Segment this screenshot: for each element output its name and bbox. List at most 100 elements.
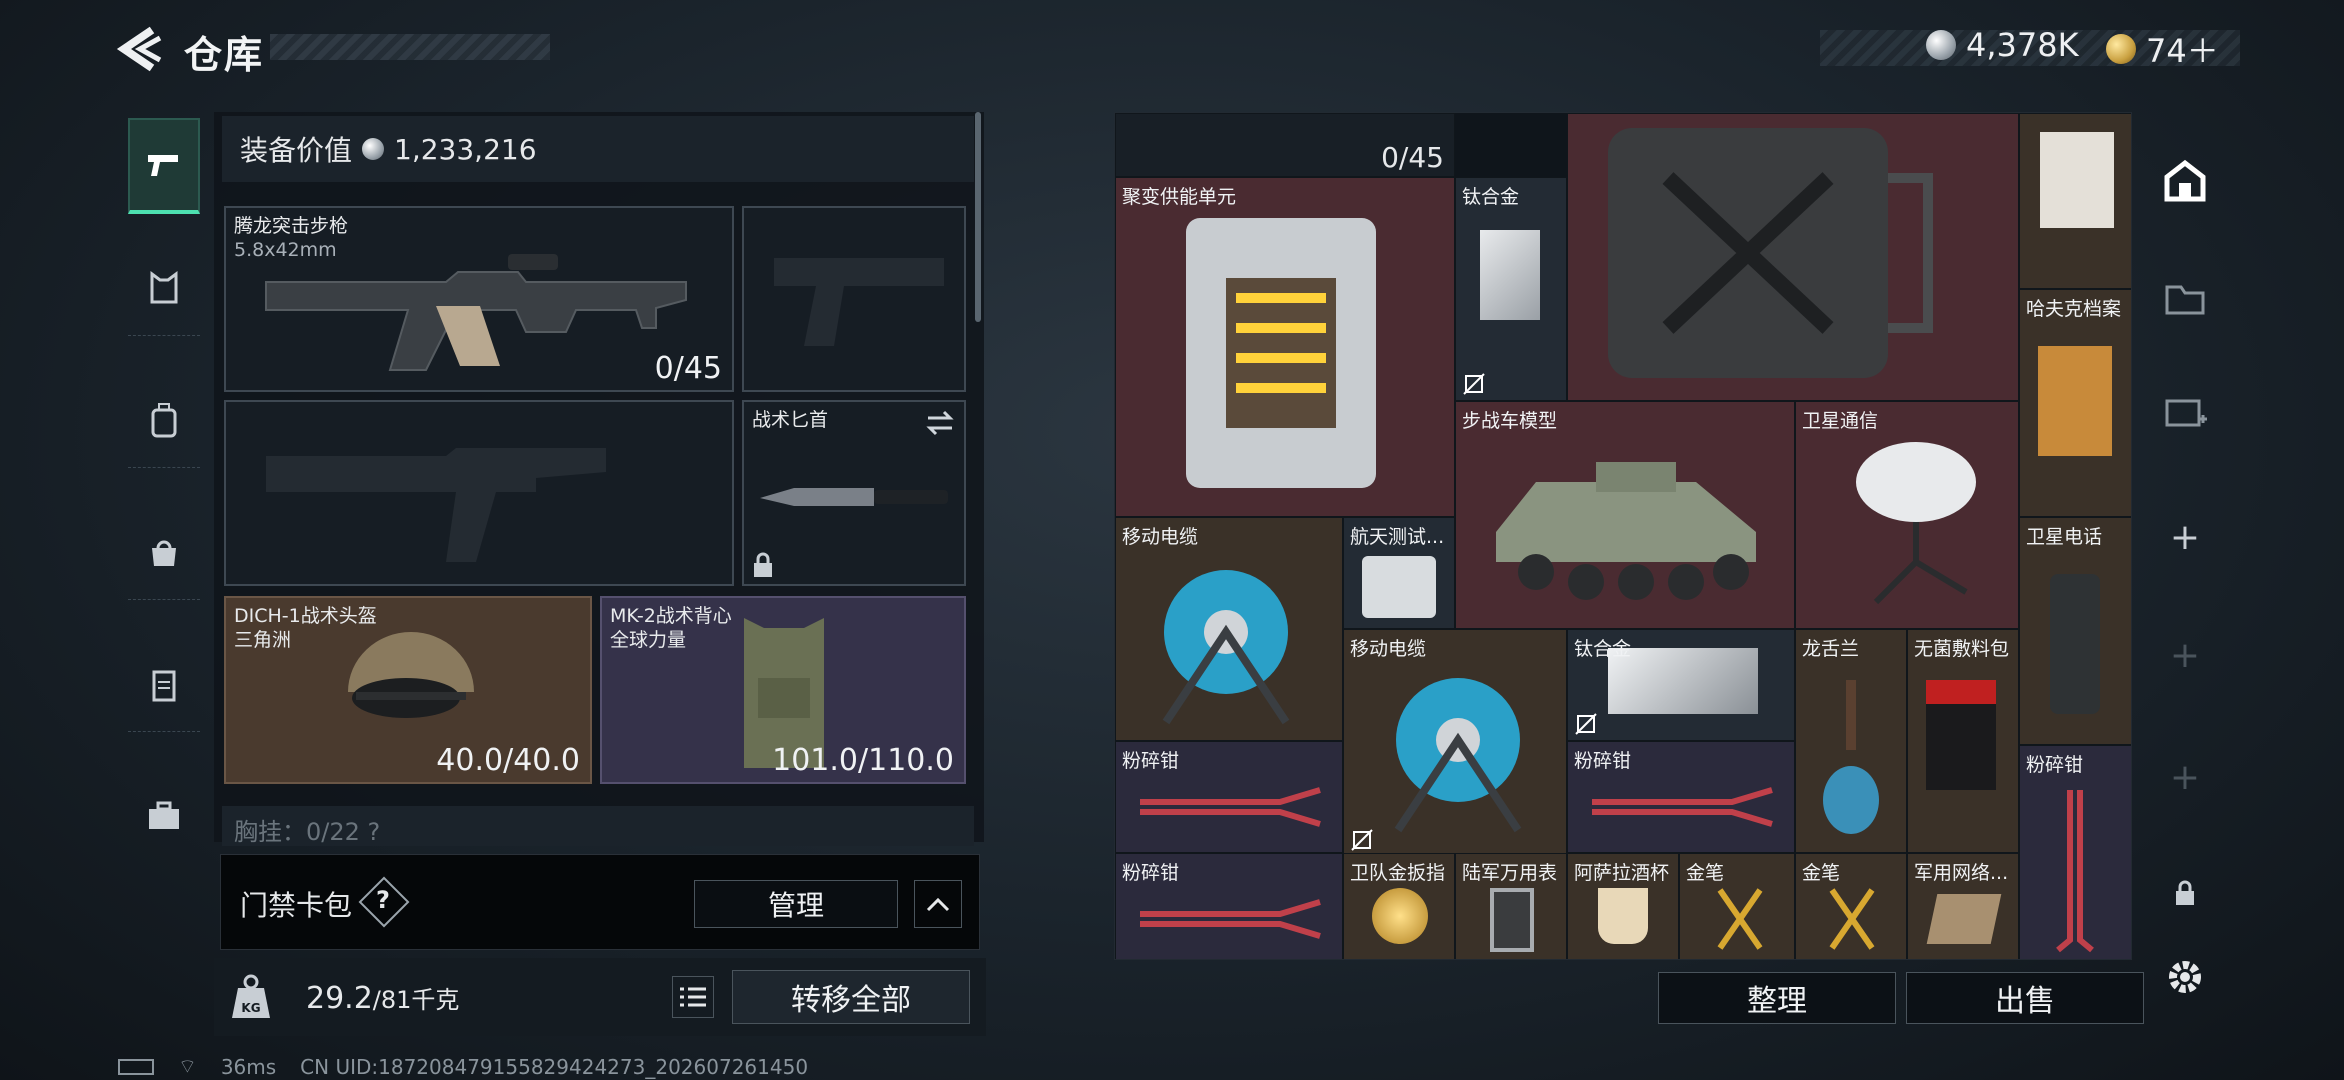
stash-tab-main[interactable]	[2156, 152, 2214, 210]
drink-box-icon	[2040, 132, 2114, 228]
secondary-weapon-slot[interactable]	[224, 400, 734, 586]
knife-slot[interactable]: 战术匕首	[742, 400, 966, 586]
item-sat-phone[interactable]: 卫星电话	[2019, 517, 2131, 745]
stash-sidebar: + + +	[2146, 112, 2224, 1012]
tab-weapons[interactable]	[128, 118, 200, 214]
wifi-icon: ⌔	[178, 1054, 197, 1078]
item-gold-pen-1[interactable]: 金笔	[1679, 853, 1795, 959]
item-multimeter[interactable]: 陆军万用表	[1455, 853, 1567, 959]
item-drink[interactable]	[2019, 113, 2131, 289]
primary-weapon-slot[interactable]: 腾龙突击步枪 5.8x42mm 0/45	[224, 206, 734, 392]
swap-icon[interactable]	[924, 410, 956, 436]
gold-amount: 74＋	[2146, 32, 2219, 70]
cable-reel-icon	[1394, 678, 1522, 833]
back-button[interactable]	[112, 24, 166, 74]
ring-icon	[1372, 888, 1428, 944]
list-icon	[680, 987, 706, 1007]
lock-icon	[754, 552, 772, 577]
tab-container[interactable]	[128, 636, 200, 732]
add-tab-button[interactable]: +	[2156, 508, 2214, 566]
transfer-all-button[interactable]: 转移全部	[732, 970, 970, 1024]
helmet-slot[interactable]: DICH-1战术头盔 三角洲 40.0/40.0	[224, 596, 592, 784]
sell-button[interactable]: 出售	[1906, 972, 2144, 1024]
item-name: 粉碎钳	[1122, 750, 1180, 772]
item-pliers-1[interactable]: 粉碎钳	[1115, 741, 1343, 853]
helmet-brand: 三角洲	[234, 629, 292, 651]
item-name: 军用网络...	[1914, 862, 2009, 884]
cable-reel-icon	[1162, 570, 1290, 725]
item-cable-2[interactable]: 移动电缆	[1343, 629, 1567, 857]
disk-icon	[1362, 556, 1436, 618]
item-sat-comm[interactable]: 卫星通信	[1795, 401, 2019, 629]
uid-text: CN UID:18720847915582942427​3_2026072614…	[300, 1054, 809, 1079]
item-name: 移动电缆	[1350, 638, 1427, 660]
stash-top-count: 0/45	[1381, 141, 1444, 174]
item-name: 卫星电话	[2026, 526, 2103, 548]
multimeter-icon	[1490, 888, 1534, 952]
silver-currency[interactable]: 4,378K	[1926, 26, 2079, 64]
locked-tab[interactable]	[2156, 864, 2214, 922]
gold-coin-icon	[2106, 34, 2136, 64]
item-name: 步战车模型	[1462, 410, 1558, 432]
list-view-button[interactable]	[672, 976, 714, 1018]
item-name: 哈夫克档案	[2026, 298, 2122, 320]
home-icon	[2164, 159, 2206, 202]
briefcase-icon	[149, 801, 179, 829]
helmet-durability: 40.0/40.0	[436, 743, 580, 778]
item-cable-1[interactable]: 移动电缆	[1115, 517, 1343, 741]
item-sterile-dressing[interactable]: 无菌敷料包	[1907, 629, 2019, 853]
battery-icon	[118, 1058, 154, 1075]
item-name: 聚变供能单元	[1122, 186, 1237, 208]
item-name: 钛合金	[1574, 638, 1632, 660]
backpack-icon	[151, 402, 177, 437]
medkit-icon	[2165, 399, 2207, 427]
keycard-help: ?	[376, 886, 390, 914]
tab-case[interactable]	[128, 768, 200, 864]
equipment-scrollbar[interactable]	[975, 112, 981, 322]
settings-button[interactable]	[2156, 948, 2214, 1006]
expand-button[interactable]	[914, 880, 962, 928]
tab-bag[interactable]	[128, 504, 200, 600]
category-tabs	[120, 108, 208, 1008]
pistol-silhouette-icon	[774, 258, 944, 346]
item-pliers-3[interactable]: 粉碎钳	[2019, 745, 2131, 959]
item-tequila[interactable]: 龙舌兰	[1795, 629, 1907, 853]
sort-button[interactable]: 整理	[1658, 972, 1896, 1024]
jerrycan-icon	[1608, 128, 1933, 378]
kg-label: KG	[241, 1001, 260, 1015]
stash-tab-2[interactable]	[2156, 268, 2214, 326]
silver-coin-icon	[1926, 30, 1956, 60]
weight-readout: 29.2/81千克	[306, 980, 459, 1016]
stash-tab-3[interactable]	[2156, 382, 2214, 440]
item-pliers-2[interactable]: 粉碎钳	[1567, 741, 1795, 853]
item-asala-cup[interactable]: 阿萨拉酒杯	[1567, 853, 1679, 959]
status-bar: ⌔ 36ms CN UID:18720847915582942427​3_202…	[118, 1054, 808, 1079]
item-titanium-2[interactable]: 钛合金	[1567, 629, 1795, 741]
item-ifv-model[interactable]: 步战车模型	[1455, 401, 1795, 629]
item-military-network[interactable]: 军用网络...	[1907, 853, 2019, 959]
item-guard-ring[interactable]: 卫队金扳指	[1343, 853, 1455, 959]
item-jerrycan[interactable]	[1567, 113, 2019, 401]
item-gold-pen-2[interactable]: 金笔	[1795, 853, 1907, 959]
vest-brand: 全球力量	[610, 629, 687, 651]
item-aero-test[interactable]: 航天测试...	[1343, 517, 1455, 629]
tab-backpack[interactable]	[128, 372, 200, 468]
item-fusion-unit[interactable]: 聚变供能单元	[1115, 177, 1455, 517]
no-insure-icon	[1351, 829, 1373, 851]
sidearm-slot[interactable]	[742, 206, 966, 392]
vest-durability: 101.0/110.0	[772, 743, 954, 778]
item-pliers-4[interactable]: 粉碎钳	[1115, 853, 1343, 959]
item-haavk-file[interactable]: 哈夫克档案	[2019, 289, 2131, 517]
equipment-value-label: 装备价值	[240, 134, 353, 167]
add-tab-button-disabled-2[interactable]: +	[2156, 748, 2214, 806]
dressing-pack-icon	[1926, 680, 1996, 790]
add-tab-button-disabled[interactable]: +	[2156, 626, 2214, 684]
item-titanium-1[interactable]: 钛合金	[1455, 177, 1567, 401]
silver-amount: 4,378K	[1966, 26, 2079, 64]
gold-currency[interactable]: 74＋	[2106, 26, 2219, 72]
vest-slot[interactable]: MK-2战术背心 全球力量 101.0/110.0	[600, 596, 966, 784]
manage-button[interactable]: 管理	[694, 880, 898, 928]
weapon-ammo-count: 0/45	[654, 351, 722, 386]
bottle-icon	[1823, 680, 1879, 834]
tab-armor[interactable]	[128, 240, 200, 336]
